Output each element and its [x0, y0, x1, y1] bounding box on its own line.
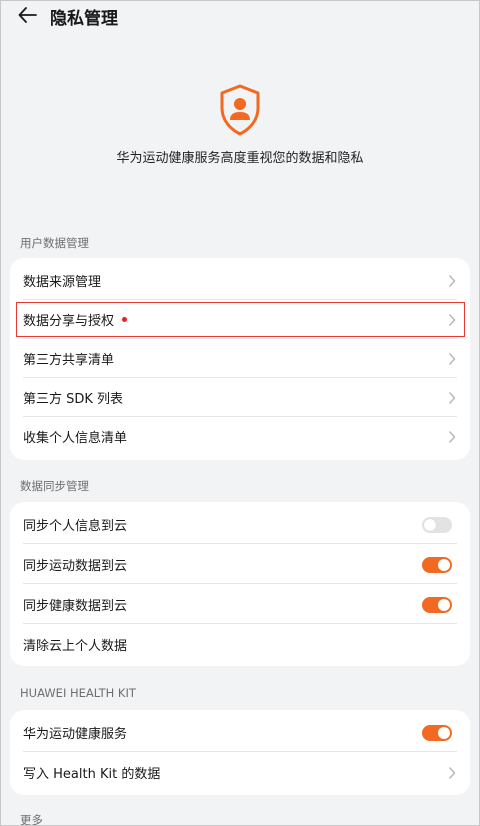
toggle-knob [438, 727, 450, 739]
row-sync-health-data: 同步健康数据到云 [10, 585, 470, 624]
top-bar: 隐私管理 [0, 0, 480, 32]
divider [23, 583, 457, 584]
row-label: 写入 Health Kit 的数据 [23, 767, 161, 782]
sync-card: 同步个人信息到云 同步运动数据到云 同步健康数据到云 清除云上个人数据 [10, 502, 470, 666]
row-label: 数据来源管理 [23, 275, 102, 290]
health-kit-card: 华为运动健康服务 写入 Health Kit 的数据 [10, 710, 470, 795]
row-clear-cloud-data[interactable]: 清除云上个人数据 [10, 625, 470, 664]
row-health-kit-written-data[interactable]: 写入 Health Kit 的数据 [10, 753, 470, 792]
row-label: 华为运动健康服务 [23, 727, 128, 742]
row-huawei-health-service: 华为运动健康服务 [10, 713, 470, 752]
row-label: 收集个人信息清单 [23, 431, 128, 446]
sync-sport-data-toggle[interactable] [422, 557, 452, 573]
section-title-more: 更多 [20, 813, 43, 826]
back-button[interactable] [14, 2, 42, 28]
row-label: 同步健康数据到云 [23, 599, 128, 614]
arrow-left-icon [18, 7, 37, 23]
chevron-right-icon [448, 275, 456, 287]
divider [23, 543, 457, 544]
chevron-right-icon [448, 353, 456, 365]
divider [23, 751, 457, 752]
row-label: 同步运动数据到云 [23, 559, 128, 574]
divider [23, 623, 457, 624]
privacy-statement: 华为运动健康服务高度重视您的数据和隐私 [116, 151, 364, 166]
chevron-right-icon [448, 392, 456, 404]
page-title: 隐私管理 [50, 9, 118, 29]
row-data-sharing-authorization[interactable]: 数据分享与授权 [10, 300, 470, 339]
chevron-right-icon [448, 431, 456, 443]
chevron-right-icon [448, 767, 456, 779]
row-label: 同步个人信息到云 [23, 519, 128, 534]
row-label: 第三方共享清单 [23, 353, 115, 368]
chevron-right-icon [448, 314, 456, 326]
toggle-knob [438, 599, 450, 611]
row-label: 清除云上个人数据 [23, 639, 128, 654]
section-title-health-kit: HUAWEI HEALTH KIT [20, 686, 136, 700]
notification-dot [122, 317, 128, 322]
toggle-knob [424, 519, 436, 531]
user-data-card: 数据来源管理 数据分享与授权 第三方共享清单 第三方 SDK 列表 收集个人信息… [10, 258, 470, 460]
sync-personal-info-toggle[interactable] [422, 517, 452, 533]
row-sync-sport-data: 同步运动数据到云 [10, 545, 470, 584]
toggle-knob [438, 559, 450, 571]
row-label: 第三方 SDK 列表 [23, 392, 124, 407]
section-title-sync: 数据同步管理 [20, 479, 89, 493]
section-title-user-data: 用户数据管理 [20, 236, 89, 250]
row-third-party-sharing-list[interactable]: 第三方共享清单 [10, 339, 470, 378]
row-third-party-sdk-list[interactable]: 第三方 SDK 列表 [10, 378, 470, 417]
row-personal-info-collection-list[interactable]: 收集个人信息清单 [10, 417, 470, 456]
row-label: 数据分享与授权 [23, 310, 128, 329]
row-label-text: 数据分享与授权 [23, 314, 115, 329]
huawei-health-service-toggle[interactable] [422, 725, 452, 741]
shield-user-icon [220, 84, 260, 136]
sync-health-data-toggle[interactable] [422, 597, 452, 613]
row-data-source-management[interactable]: 数据来源管理 [10, 261, 470, 300]
row-sync-personal-info: 同步个人信息到云 [10, 505, 470, 544]
